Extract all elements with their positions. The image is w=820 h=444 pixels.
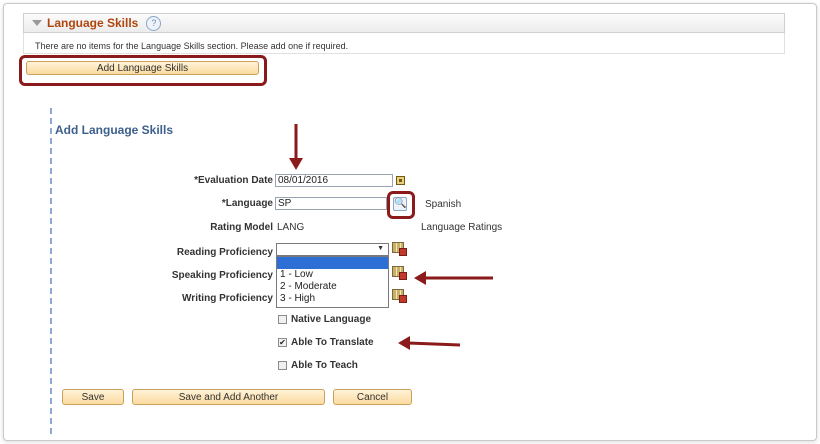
arrow-translate-head <box>398 336 410 350</box>
arrow-evaluation-date-head <box>289 158 303 170</box>
arrow-dropdown-head <box>414 271 426 285</box>
arrow-translate <box>407 341 461 347</box>
annotation-arrows <box>289 124 493 350</box>
